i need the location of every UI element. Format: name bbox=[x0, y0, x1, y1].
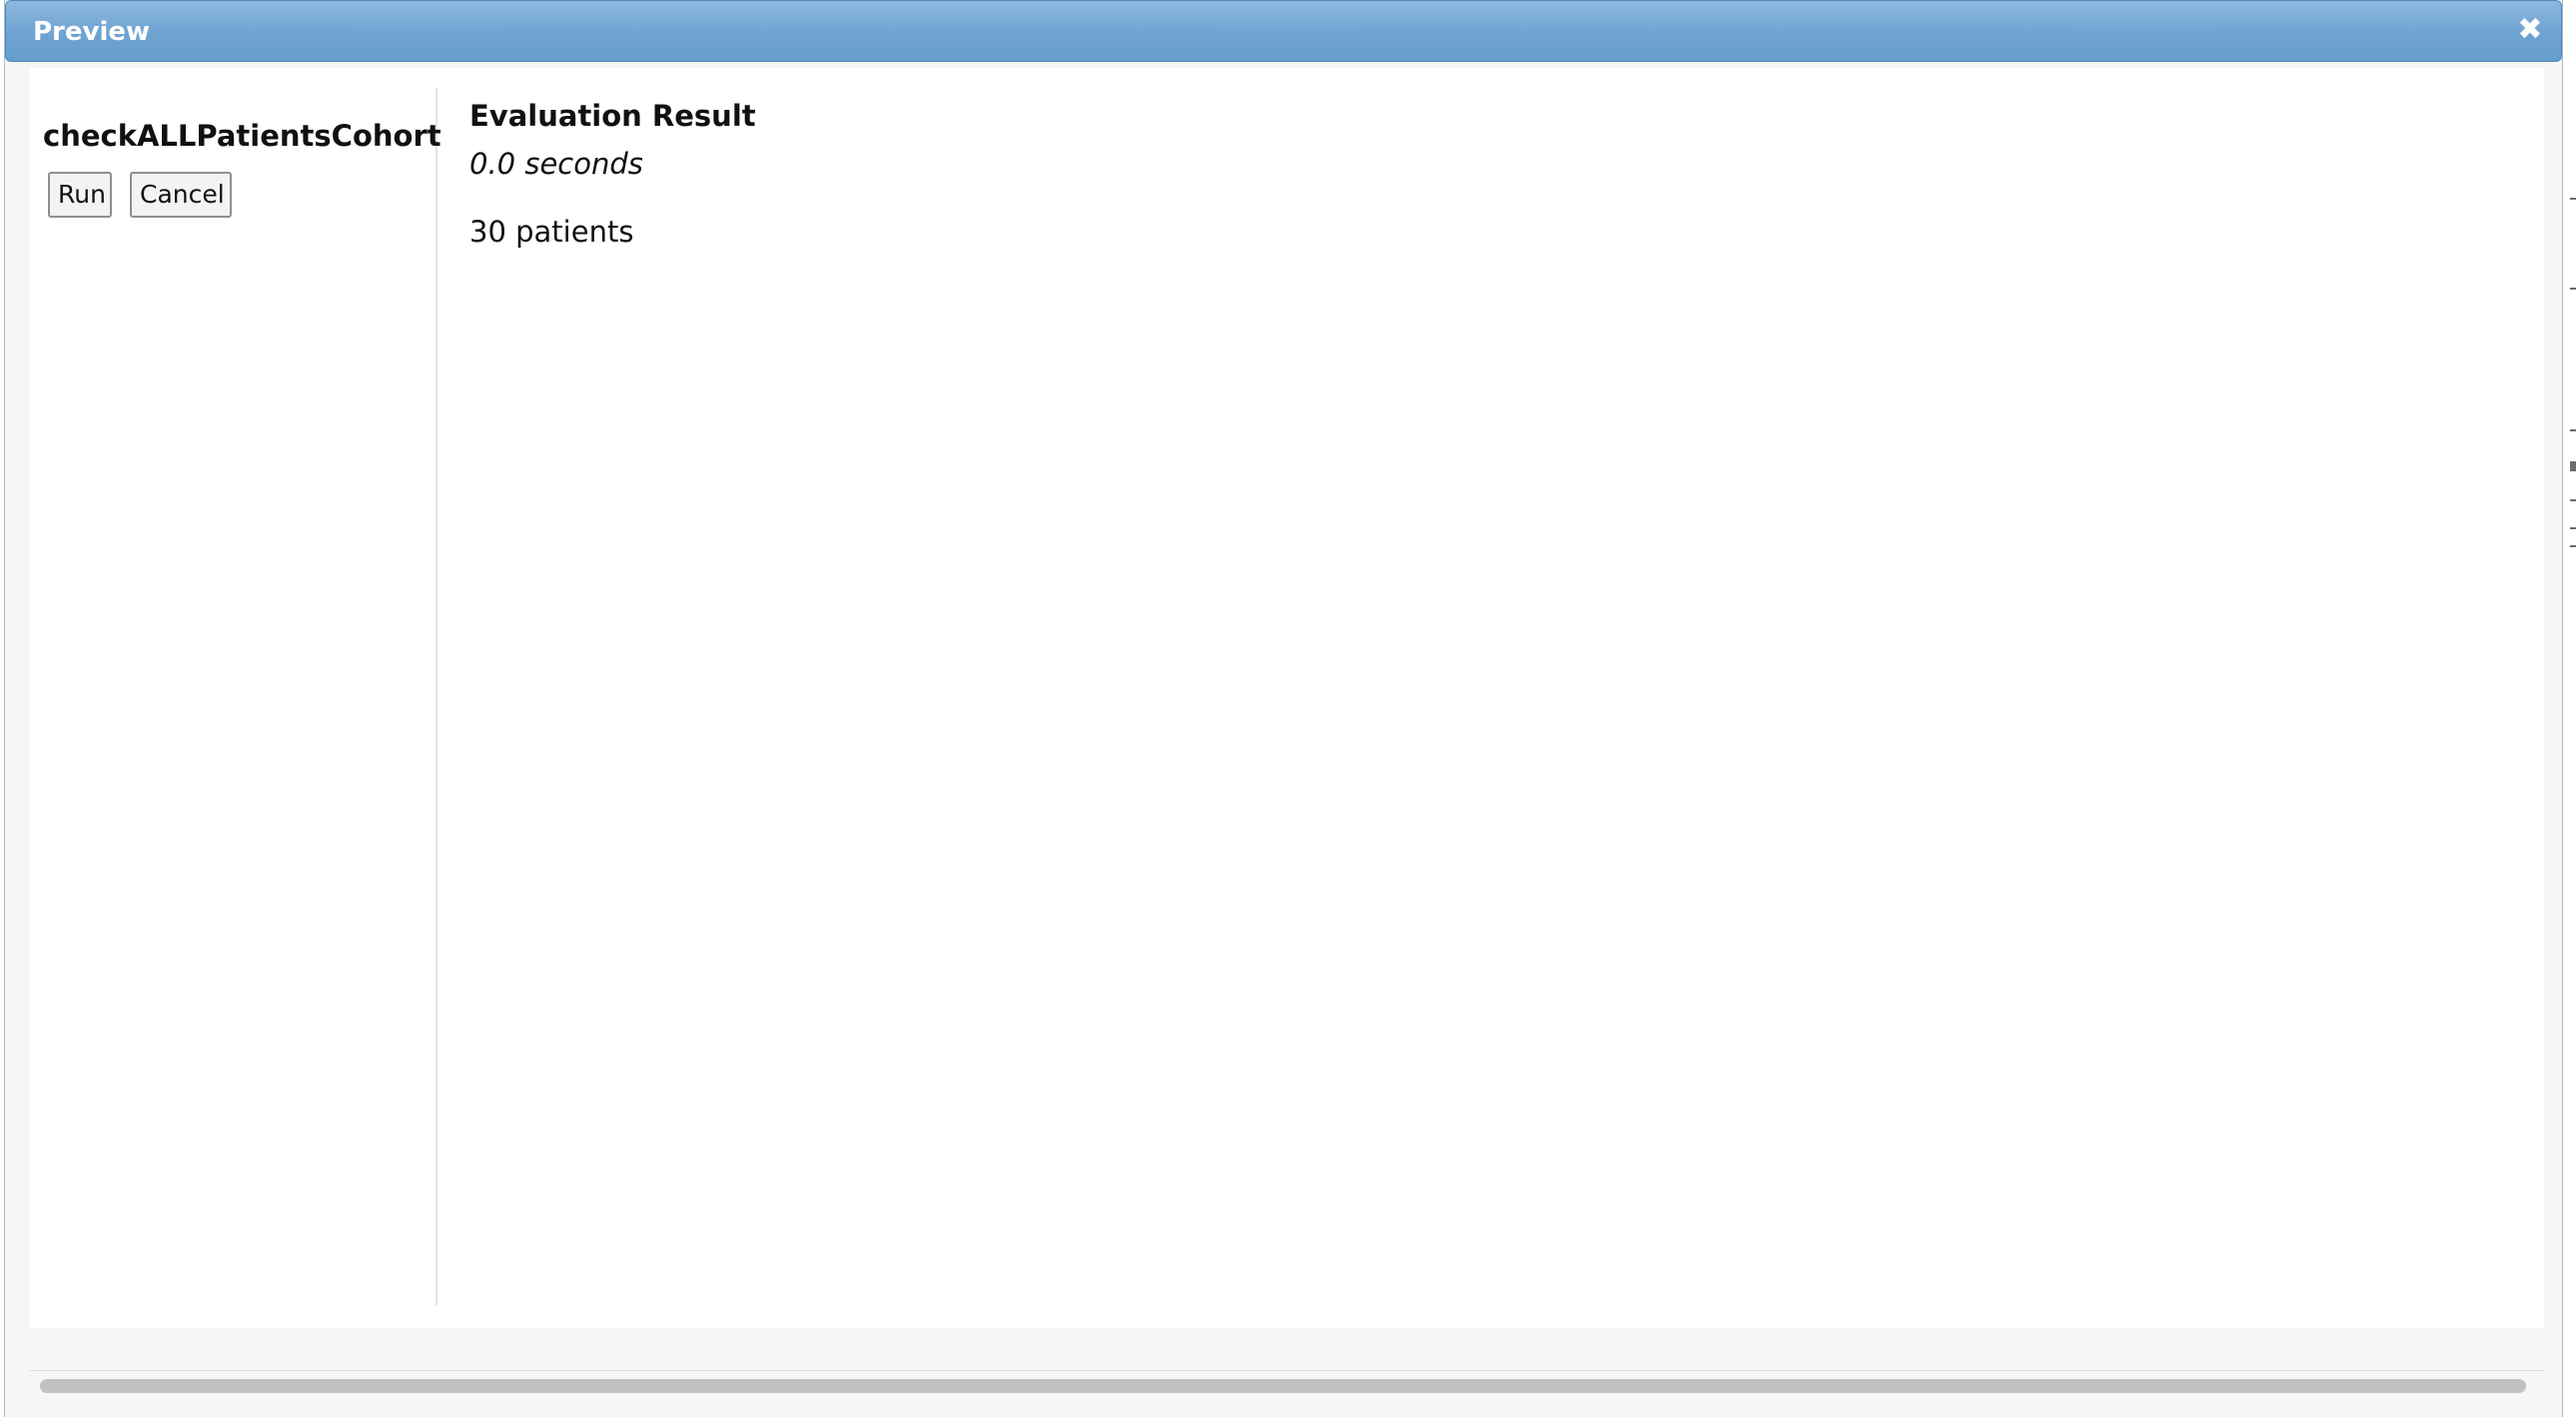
dialog-titlebar[interactable]: Preview ✖ bbox=[5, 0, 2562, 62]
evaluation-duration: 0.0 seconds bbox=[469, 147, 643, 181]
preview-dialog: Preview ✖ checkALLPatientsCohort Run Can… bbox=[4, 0, 2563, 1417]
edge-mark bbox=[2570, 499, 2576, 501]
horizontal-scrollbar[interactable] bbox=[30, 1370, 2544, 1397]
edge-mark bbox=[2570, 288, 2576, 290]
close-icon[interactable]: ✖ bbox=[2515, 15, 2545, 45]
background-edge bbox=[2564, 0, 2576, 1417]
cohort-panel: checkALLPatientsCohort Run Cancel bbox=[30, 88, 441, 1306]
edge-mark bbox=[2570, 198, 2576, 200]
patient-count: 30 patients bbox=[469, 215, 634, 249]
scrollbar-thumb[interactable] bbox=[40, 1379, 2526, 1393]
edge-mark bbox=[2570, 545, 2576, 547]
run-button[interactable]: Run bbox=[48, 172, 112, 218]
cohort-name: checkALLPatientsCohort bbox=[43, 119, 441, 153]
edge-mark bbox=[2570, 527, 2576, 529]
dialog-content: checkALLPatientsCohort Run Cancel Evalua… bbox=[30, 68, 2544, 1328]
result-heading: Evaluation Result bbox=[469, 99, 756, 133]
dialog-title: Preview bbox=[33, 17, 151, 47]
edge-mark bbox=[2570, 461, 2576, 471]
cancel-button[interactable]: Cancel bbox=[130, 172, 232, 218]
edge-mark bbox=[2570, 429, 2576, 431]
